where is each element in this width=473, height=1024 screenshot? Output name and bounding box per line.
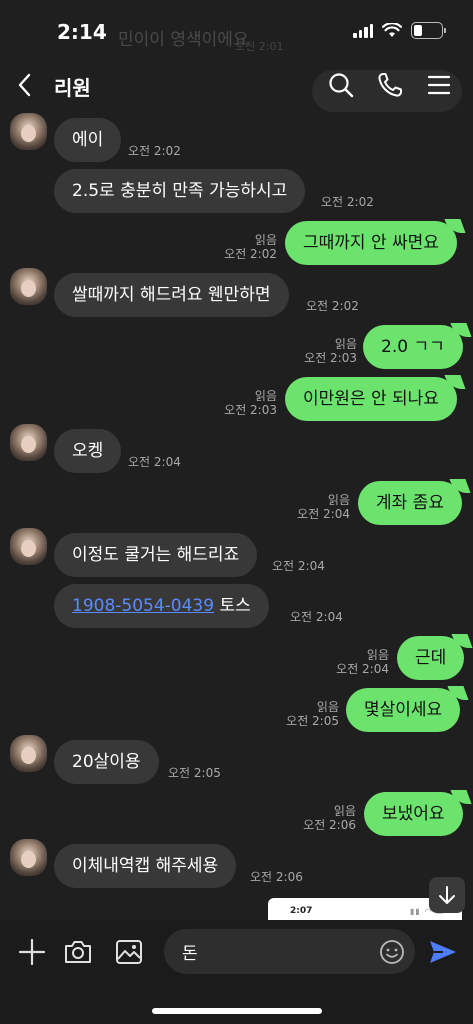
message-meta: 읽음 오전 2:05: [286, 700, 339, 728]
signal-icon: [353, 23, 373, 38]
back-icon[interactable]: [14, 70, 36, 100]
emoji-icon[interactable]: [379, 939, 405, 965]
message-bubble[interactable]: 오켕: [54, 429, 122, 473]
ghost-scrolled-time: 오전 2:01: [235, 40, 284, 53]
search-icon[interactable]: [326, 70, 356, 100]
message-meta: 읽음 오전 2:04: [297, 493, 350, 521]
message-time: 오전 2:02: [306, 299, 359, 313]
message-bubble[interactable]: 2.5로 충분히 만족 가능하시고: [54, 169, 306, 213]
message-meta: 읽음 오전 2:02: [224, 233, 277, 261]
message-bubble[interactable]: 이만원은 안 되나요: [285, 377, 457, 421]
message-time: 오전 2:06: [250, 870, 303, 884]
message-bubble[interactable]: 보냈어요: [364, 792, 463, 836]
message-meta: 읽음 오전 2:03: [224, 389, 277, 417]
message-text: 토스: [214, 596, 251, 616]
avatar[interactable]: [10, 839, 47, 876]
status-bar: 2:14 민이이 영색이에요 오전 2:01: [0, 0, 473, 62]
wifi-icon: [382, 23, 402, 37]
message-meta: 읽음 오전 2:04: [336, 648, 389, 676]
chat-header: 리원: [0, 62, 473, 108]
chat-title: 리원: [54, 76, 91, 100]
message-time: 오전 2:04: [336, 662, 389, 676]
avatar[interactable]: [10, 528, 47, 565]
message-time: 오전 2:03: [304, 351, 357, 365]
message-input[interactable]: [182, 929, 372, 974]
message-bubble[interactable]: 계좌 좀요: [358, 481, 462, 525]
plus-icon[interactable]: [16, 936, 48, 968]
message-meta: 읽음 오전 2:03: [304, 337, 357, 365]
send-icon[interactable]: [427, 936, 459, 968]
message-bubble[interactable]: 근데: [397, 636, 465, 680]
message-bubble[interactable]: 이체내역캡 해주세용: [54, 844, 237, 888]
message-bubble[interactable]: 1908-5054-0439 토스: [54, 584, 269, 628]
camera-icon[interactable]: [62, 936, 94, 968]
battery-icon: [411, 22, 446, 39]
message-bubble[interactable]: 2.0 ㄱㄱ: [363, 325, 463, 369]
arrow-down-icon: [439, 886, 455, 904]
ghost-scrolled-text: 민이이 영색이에요: [118, 30, 249, 50]
phone-icon[interactable]: [375, 70, 405, 100]
scroll-to-bottom-button[interactable]: [429, 877, 465, 913]
avatar[interactable]: [10, 113, 47, 150]
gallery-icon[interactable]: [113, 936, 145, 968]
avatar[interactable]: [10, 268, 47, 305]
message-time: 오전 2:04: [272, 559, 325, 573]
message-meta: 읽음 오전 2:06: [303, 804, 356, 832]
message-time: 오전 2:02: [224, 247, 277, 261]
read-receipt: 읽음: [334, 337, 357, 351]
avatar[interactable]: [10, 735, 47, 772]
read-receipt: 읽음: [366, 648, 389, 662]
home-indicator: [152, 1008, 322, 1014]
message-time: 오전 2:04: [290, 610, 343, 624]
read-receipt: 읽음: [327, 493, 350, 507]
message-bubble[interactable]: 에이: [54, 118, 122, 162]
read-receipt: 읽음: [316, 700, 339, 714]
message-time: 오전 2:02: [321, 195, 374, 209]
message-time: 오전 2:05: [286, 714, 339, 728]
message-bubble[interactable]: 20살이용: [54, 740, 159, 784]
message-time: 오전 2:04: [128, 455, 181, 469]
menu-icon[interactable]: [424, 70, 454, 100]
preview-time: 2:07: [290, 906, 313, 916]
read-receipt: 읽음: [254, 389, 277, 403]
message-time: 오전 2:03: [224, 403, 277, 417]
message-time: 오전 2:06: [303, 818, 356, 832]
message-time: 오전 2:05: [168, 766, 221, 780]
message-bubble[interactable]: 이정도 쿨거는 해드리죠: [54, 533, 258, 577]
message-time: 오전 2:04: [297, 507, 350, 521]
read-receipt: 읽음: [254, 233, 277, 247]
avatar[interactable]: [10, 424, 47, 461]
message-bubble[interactable]: 그때까지 안 싸면요: [285, 221, 457, 265]
read-receipt: 읽음: [333, 804, 356, 818]
status-time: 2:14: [57, 20, 107, 44]
message-bubble[interactable]: 쌀때까지 해드려요 웬만하면: [54, 273, 289, 317]
message-field: [164, 929, 415, 974]
message-time: 오전 2:02: [128, 144, 181, 158]
account-number-link[interactable]: 1908-5054-0439: [72, 596, 214, 616]
message-bubble[interactable]: 몇살이세요: [346, 688, 461, 732]
